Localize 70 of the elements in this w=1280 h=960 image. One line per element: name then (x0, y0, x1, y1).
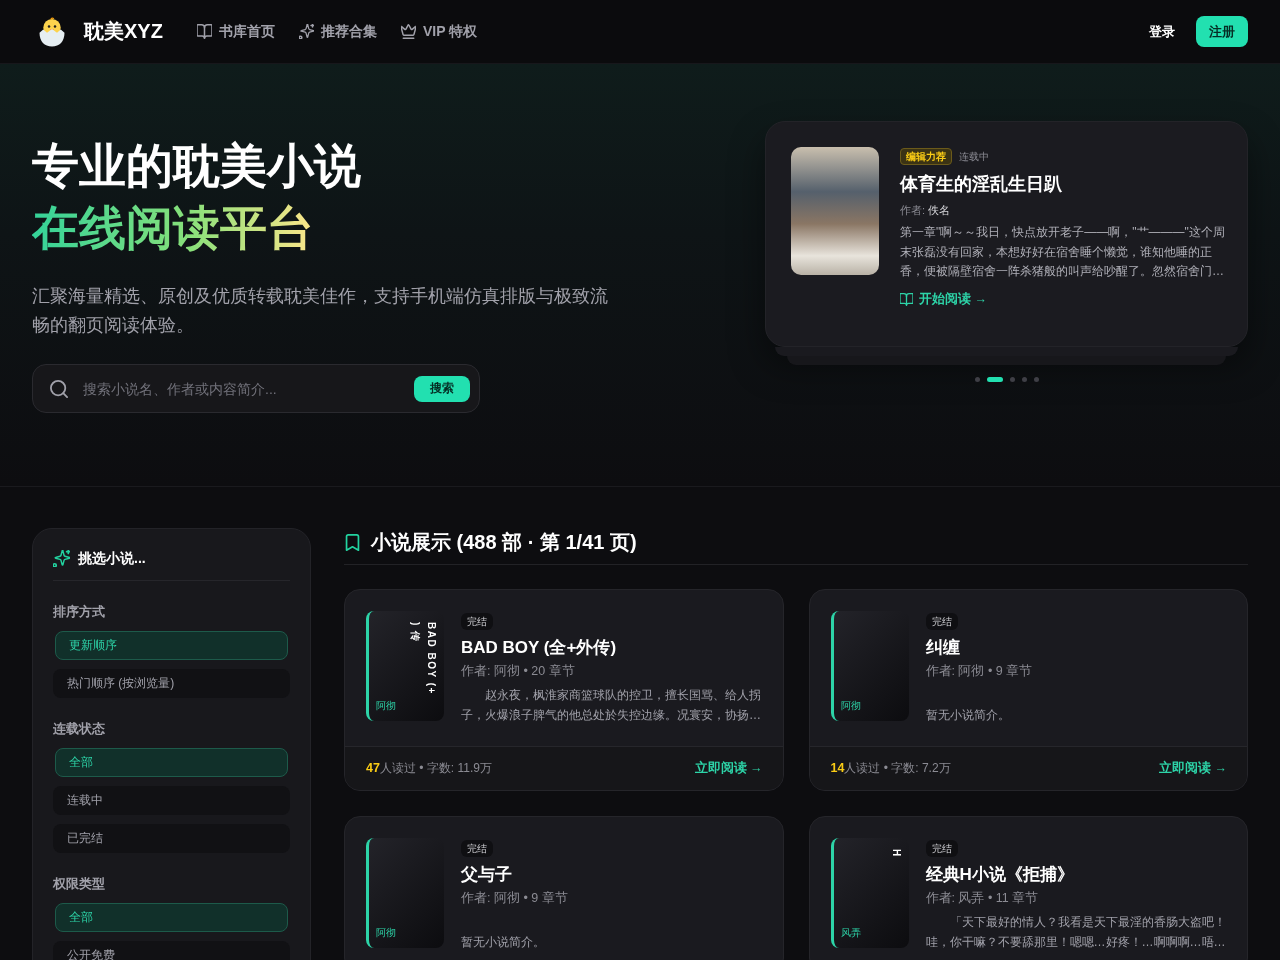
featured-excerpt: 第一章"啊～～我日，快点放开老子——啊，"艹———"这个周末张磊没有回家，本想好好在宿舍睡个懒觉，谁知他睡的正香，便被隔壁宿舍一阵杀猪般的叫声给吵醒了。忽然宿舍门… (900, 224, 1226, 280)
search-field[interactable]: 搜索小说名、作者或内容简介... 搜索 (32, 364, 480, 413)
novel-meta: 作者: 阿彻 • 20 章节 (461, 663, 576, 680)
novel-card[interactable]: BAD BOY (+ ) 传 阿彻 完结 BAD BOY (全+外传) 作者: 阿彻 • 20 章节 赵永夜，枫淮家商篮球队的控卫，擅长国骂、给人拐子，火爆浪子脾气的他总处於失控边缘。况寰安，协扬… 47人读过 • 字数: 11.9万 立即阅读 → (344, 589, 784, 791)
bookmark-icon (344, 533, 361, 551)
cover-title: H (889, 849, 903, 858)
novel-title[interactable]: 父与子 (461, 863, 768, 887)
status-badge: 完结 (461, 840, 493, 857)
carousel-dot[interactable] (1021, 377, 1027, 382)
register-button[interactable]: 注册 (1196, 16, 1248, 47)
cover-author: 风弄 (840, 927, 861, 939)
novel-description: 暂无小说简介。 (925, 706, 1010, 724)
carousel-dot[interactable] (1009, 377, 1015, 382)
nav-link[interactable]: 推荐合集 (298, 22, 377, 41)
nav-link[interactable]: VIP 特权 (400, 22, 478, 41)
chick-icon (38, 16, 66, 47)
featured-title[interactable]: 体育生的淫乱生日趴 (900, 171, 1229, 197)
filter-group-label: 权限类型 (53, 875, 106, 893)
status-label: 连载中 (959, 149, 989, 164)
read-now-link[interactable]: 立即阅读 → (694, 760, 763, 777)
novel-title[interactable]: BAD BOY (全+外传) (461, 636, 768, 660)
author-label: 作者: 佚名 (900, 203, 952, 218)
novel-meta: 作者: 阿彻 • 9 章节 (925, 663, 1034, 680)
filter-group-label: 连载状态 (53, 720, 106, 738)
read-now-link[interactable]: 立即阅读 → (1159, 760, 1227, 777)
novel-stats: 47人读过 • 字数: 11.9万 (366, 760, 492, 777)
carousel-dot[interactable] (1033, 377, 1039, 382)
search-icon (50, 379, 68, 398)
filter-option[interactable]: 公开免费 (53, 941, 290, 960)
cover-title: BAD BOY (+ ) 传 (409, 622, 438, 695)
book-icon (196, 24, 212, 39)
book-icon (900, 292, 913, 306)
novel-meta: 作者: 阿彻 • 9 章节 (461, 890, 569, 907)
cover-author: 阿彻 (840, 700, 861, 712)
login-link[interactable]: 登录 (1149, 22, 1175, 41)
featured-badge: 编辑力荐 (900, 148, 952, 165)
nav-link[interactable]: 书库首页 (196, 22, 275, 41)
novel-meta: 作者: 风弄 • 11 章节 (925, 890, 1040, 907)
novel-card[interactable]: H 风弄 完结 经典H小说《拒捕》 作者: 风弄 • 11 章节 「天下最好的情人？我看是天下最淫的香肠大盗吧！哇，你干嘛？不要舔那里！嗯嗯…好疼！…啊啊啊…唔… (808, 816, 1248, 960)
novel-title[interactable]: 经典H小说《拒捕》 (925, 863, 1232, 887)
section-heading: 小说展示 (488 部 · 第 1/41 页) (371, 530, 637, 555)
status-badge: 完结 (925, 613, 958, 630)
carousel-dot[interactable] (974, 377, 980, 382)
novel-description: 「天下最好的情人？我看是天下最淫的香肠大盗吧！哇，你干嘛？不要舔那里！嗯嗯…好疼！…啊啊啊…唔… (925, 914, 1227, 951)
sparkle-icon (53, 549, 70, 567)
filter-option[interactable]: 已完结 (53, 824, 290, 853)
filter-title: 挑选小说... (78, 549, 146, 568)
novel-stats: 14人读过 • 字数: 7.2万 (830, 760, 951, 777)
cover-author: 阿彻 (376, 927, 396, 939)
filter-option[interactable]: 全部 (55, 903, 288, 932)
status-badge: 完结 (461, 613, 493, 630)
novel-description: 赵永夜，枫淮家商篮球队的控卫，擅长国骂、给人拐子，火爆浪子脾气的他总处於失控边缘。况寰安，协扬… (461, 687, 762, 724)
crown-icon (400, 24, 416, 39)
novel-description: 暂无小说简介。 (461, 933, 545, 951)
search-button[interactable]: 搜索 (414, 375, 470, 402)
hero-description: 汇聚海量精选、原创及优质转载耽美佳作，支持手机端仿真排版与极致流畅的翻页阅读体验。 (32, 285, 609, 337)
novel-card[interactable]: 阿彻 完结 父与子 作者: 阿彻 • 9 章节 暂无小说简介。 (344, 816, 784, 960)
filter-option[interactable]: 连载中 (53, 786, 290, 815)
filter-option[interactable]: 热门顺序 (按浏览量) (53, 669, 290, 698)
sparkle-icon (298, 24, 314, 39)
site-logo-text[interactable]: 耽美XYZ (84, 18, 163, 45)
filter-option[interactable]: 更新顺序 (55, 631, 288, 660)
hero-title: 专业的耽美小说 (32, 138, 361, 194)
start-reading-link[interactable]: 开始阅读 → (900, 290, 987, 308)
novel-title[interactable]: 纠缠 (925, 636, 1232, 660)
filter-group-label: 排序方式 (53, 603, 106, 621)
novel-card[interactable]: 阿彻 完结 纠缠 作者: 阿彻 • 9 章节 暂无小说简介。 14人读过 • 字数: 7.2万 立即阅读 → (808, 589, 1248, 791)
status-badge: 完结 (925, 840, 958, 857)
cover-author: 阿彻 (376, 700, 396, 712)
filter-option[interactable]: 全部 (55, 748, 288, 777)
